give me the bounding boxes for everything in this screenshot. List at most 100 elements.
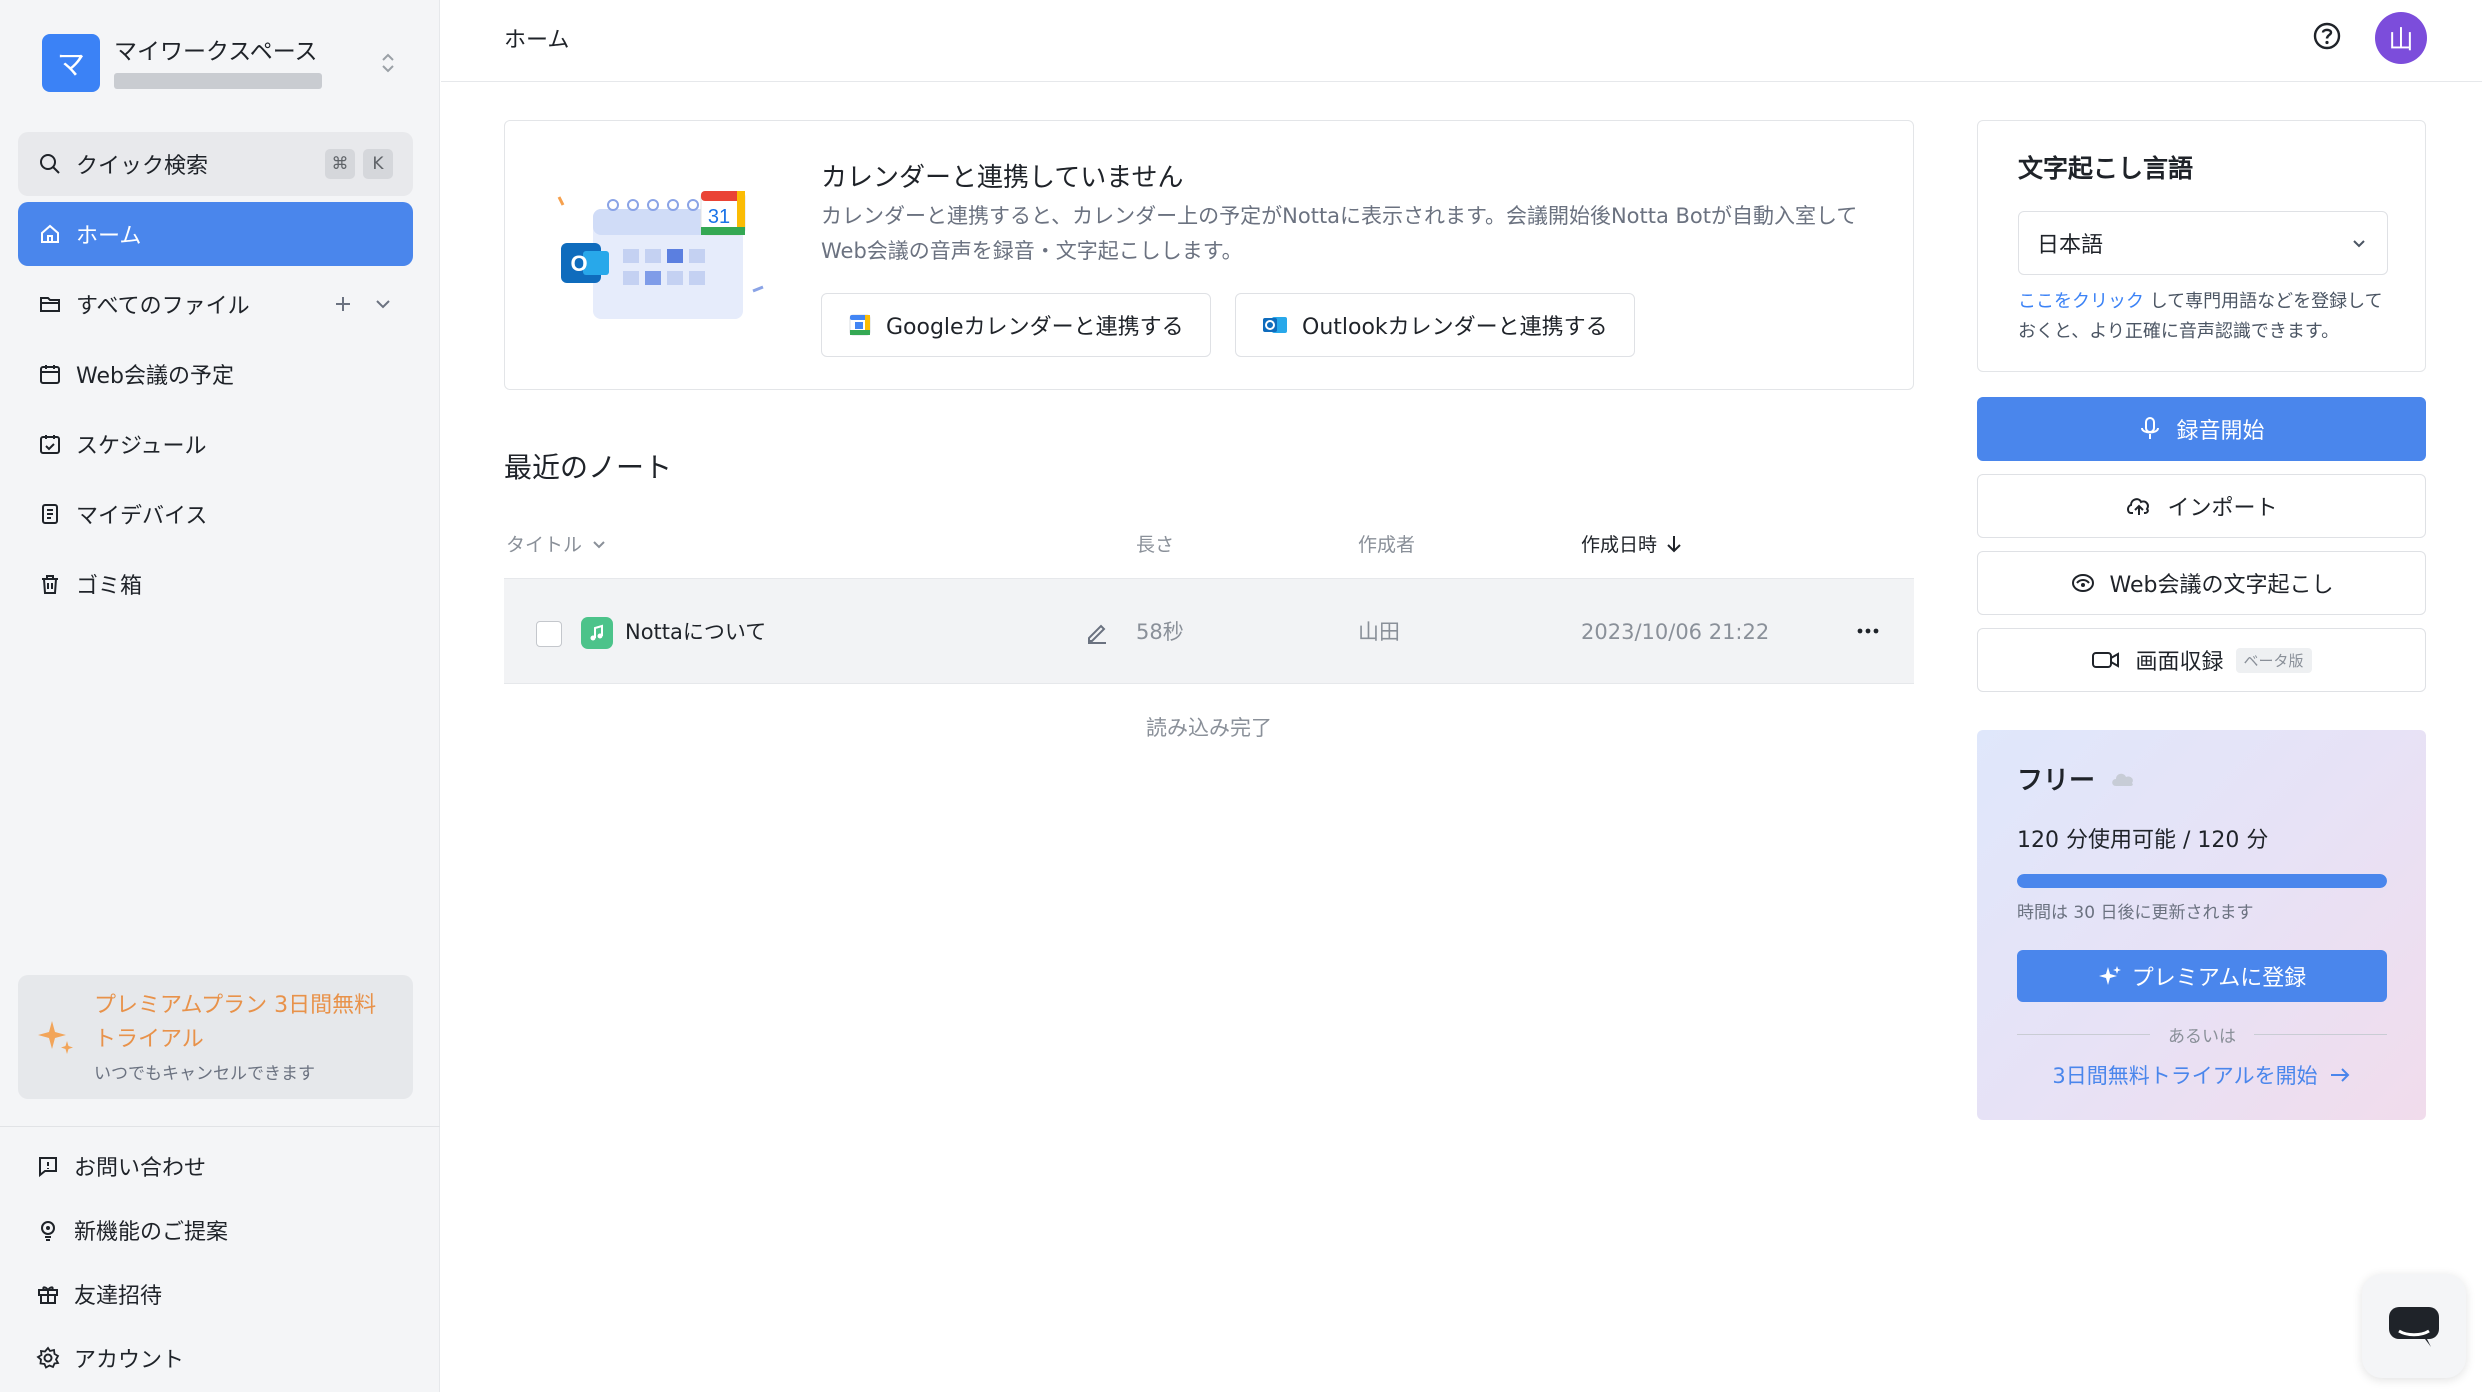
start-trial-link[interactable]: 3日間無料トライアルを開始	[2017, 1060, 2387, 1090]
sidebar-item-label: お問い合わせ	[74, 1156, 207, 1181]
beta-badge: ベータ版	[2235, 647, 2312, 673]
help-icon[interactable]	[2311, 20, 2343, 52]
chat-support-button[interactable]	[2362, 1274, 2466, 1378]
transcription-language-title: 文字起こし言語	[2018, 154, 2194, 183]
device-icon	[38, 502, 62, 526]
shortcut-key-k: K	[363, 149, 393, 179]
calendar-card-title: カレンダーと連携していません	[821, 163, 1184, 193]
sidebar-item-label: 友達招待	[74, 1284, 163, 1309]
calendar-check-icon	[38, 432, 62, 456]
sidebar-item-invite[interactable]: 友達招待	[36, 1274, 162, 1314]
column-header-title[interactable]: タイトル	[506, 530, 608, 557]
plan-reset-text: 時間は 30 日後に更新されます	[2017, 903, 2254, 923]
folder-icon	[38, 292, 62, 316]
sidebar-item-contact[interactable]: お問い合わせ	[36, 1146, 206, 1186]
sidebar-item-feature-request[interactable]: 新機能のご提案	[36, 1210, 228, 1250]
loading-complete-text: 読み込み完了	[1146, 716, 1272, 740]
arrow-right-icon	[2328, 1065, 2352, 1085]
sidebar-item-all-files[interactable]: すべてのファイル	[18, 272, 413, 336]
start-trial-label: 3日間無料トライアルを開始	[2052, 1064, 2318, 1088]
custom-vocabulary-link[interactable]: ここをクリック	[2018, 291, 2144, 312]
sidebar-item-label: マイデバイス	[76, 504, 208, 529]
google-calendar-connect-button[interactable]: Googleカレンダーと連携する	[821, 293, 1211, 357]
table-row[interactable]: Nottaについて 58秒 山田 2023/10/06 21:22	[504, 578, 1914, 684]
sidebar: マ マイワークスペース クイック検索 ⌘ K ホーム すべてのファイル Web会…	[0, 0, 440, 1392]
workspace-switcher[interactable]: マ マイワークスペース	[42, 32, 402, 94]
sidebar-item-label: スケジュール	[76, 434, 207, 459]
calendar-illustration: 31 O	[553, 191, 773, 331]
meeting-bot-icon	[2070, 571, 2096, 595]
column-header-length: 長さ	[1136, 530, 1174, 557]
column-header-label: 長さ	[1136, 534, 1175, 556]
google-calendar-connect-label: Googleカレンダーと連携する	[886, 315, 1184, 340]
outlook-letter: O	[570, 251, 587, 276]
divider-line	[2017, 1034, 2150, 1035]
recent-notes-title: 最近のノート	[504, 451, 673, 484]
divider-line	[2254, 1034, 2387, 1035]
folder-actions	[333, 294, 393, 314]
row-checkbox[interactable]	[536, 621, 562, 647]
chevron-up-down-icon	[378, 49, 402, 77]
video-camera-icon	[2091, 649, 2121, 671]
microphone-icon	[2138, 416, 2162, 442]
sidebar-item-account[interactable]: アカウント	[36, 1338, 184, 1378]
note-title[interactable]: Nottaについて	[625, 617, 766, 647]
or-divider: あるいは	[2017, 1022, 2387, 1047]
sidebar-item-home[interactable]: ホーム	[18, 202, 413, 266]
sidebar-item-label: 新機能のご提案	[74, 1220, 229, 1245]
workspace-email-redacted	[114, 73, 322, 89]
or-text: あるいは	[2168, 1027, 2236, 1047]
chevron-down-icon	[590, 535, 608, 553]
sidebar-item-label: アカウント	[74, 1348, 185, 1373]
sidebar-item-web-meetings[interactable]: Web会議の予定	[18, 342, 413, 406]
column-header-label: 作成日時	[1581, 534, 1658, 556]
column-header-created[interactable]: 作成日時	[1581, 530, 1683, 557]
gear-icon	[36, 1346, 60, 1370]
chevron-down-icon	[2349, 233, 2369, 253]
sidebar-item-label: Web会議の予定	[76, 364, 234, 389]
usage-progress-bar	[2017, 874, 2387, 888]
gift-icon	[36, 1282, 60, 1306]
note-length: 58秒	[1136, 620, 1184, 644]
shortcut-key-cmd: ⌘	[325, 149, 355, 179]
start-recording-label: 録音開始	[2176, 419, 2265, 444]
calendar-icon	[38, 362, 62, 386]
language-select[interactable]: 日本語	[2018, 211, 2388, 275]
outlook-calendar-connect-label: Outlookカレンダーと連携する	[1302, 315, 1608, 340]
transcription-language-card: 文字起こし言語 日本語 ここをクリック して専門用語などを登録しておくと、より正…	[1977, 120, 2426, 372]
top-bar: ホーム 山	[441, 0, 2482, 82]
upgrade-premium-button[interactable]: プレミアムに登録	[2017, 950, 2387, 1002]
plus-icon[interactable]	[333, 294, 353, 314]
sidebar-item-label: すべてのファイル	[76, 294, 250, 319]
chat-bubble-icon	[2387, 1303, 2441, 1349]
custom-vocabulary-hint: ここをクリック して専門用語などを登録しておくと、より正確に音声認識できます。	[2018, 287, 2398, 347]
calendar-connect-card: 31 O カレンダーと連携していません カレンダーと連携すると、カレンダー上の予…	[504, 120, 1914, 390]
sidebar-item-schedule[interactable]: スケジュール	[18, 412, 413, 476]
web-meeting-transcribe-button[interactable]: Web会議の文字起こし	[1977, 551, 2426, 615]
lightbulb-icon	[36, 1218, 60, 1242]
screen-record-button[interactable]: 画面収録 ベータ版	[1977, 628, 2426, 692]
quick-search-label: クイック検索	[76, 154, 209, 179]
sidebar-item-trash[interactable]: ゴミ箱	[18, 552, 413, 616]
promo-subtitle: いつでもキャンセルできます	[94, 1064, 315, 1084]
sidebar-item-my-devices[interactable]: マイデバイス	[18, 482, 413, 546]
outlook-icon	[1262, 313, 1288, 337]
column-header-author: 作成者	[1358, 530, 1415, 557]
quick-search[interactable]: クイック検索 ⌘ K	[18, 132, 413, 196]
cloud-icon	[2109, 769, 2137, 789]
usage-progress-fill	[2017, 874, 2387, 888]
premium-trial-banner[interactable]: プレミアムプラン 3日間無料トライアル いつでもキャンセルできます	[18, 975, 413, 1099]
note-created: 2023/10/06 21:22	[1581, 620, 1770, 644]
workspace-name: マイワークスペース	[114, 39, 318, 65]
chevron-down-icon[interactable]	[373, 294, 393, 314]
google-calendar-icon	[848, 313, 872, 337]
pencil-icon[interactable]	[1084, 619, 1110, 645]
start-recording-button[interactable]: 録音開始	[1977, 397, 2426, 461]
workspace-avatar: マ	[42, 34, 100, 92]
user-avatar[interactable]: 山	[2375, 12, 2427, 64]
outlook-calendar-connect-button[interactable]: Outlookカレンダーと連携する	[1235, 293, 1635, 357]
sparkle-icon	[36, 1017, 76, 1057]
more-options-icon[interactable]	[1854, 623, 1882, 639]
import-button[interactable]: インポート	[1977, 474, 2426, 538]
sparkle-icon	[2098, 964, 2122, 988]
